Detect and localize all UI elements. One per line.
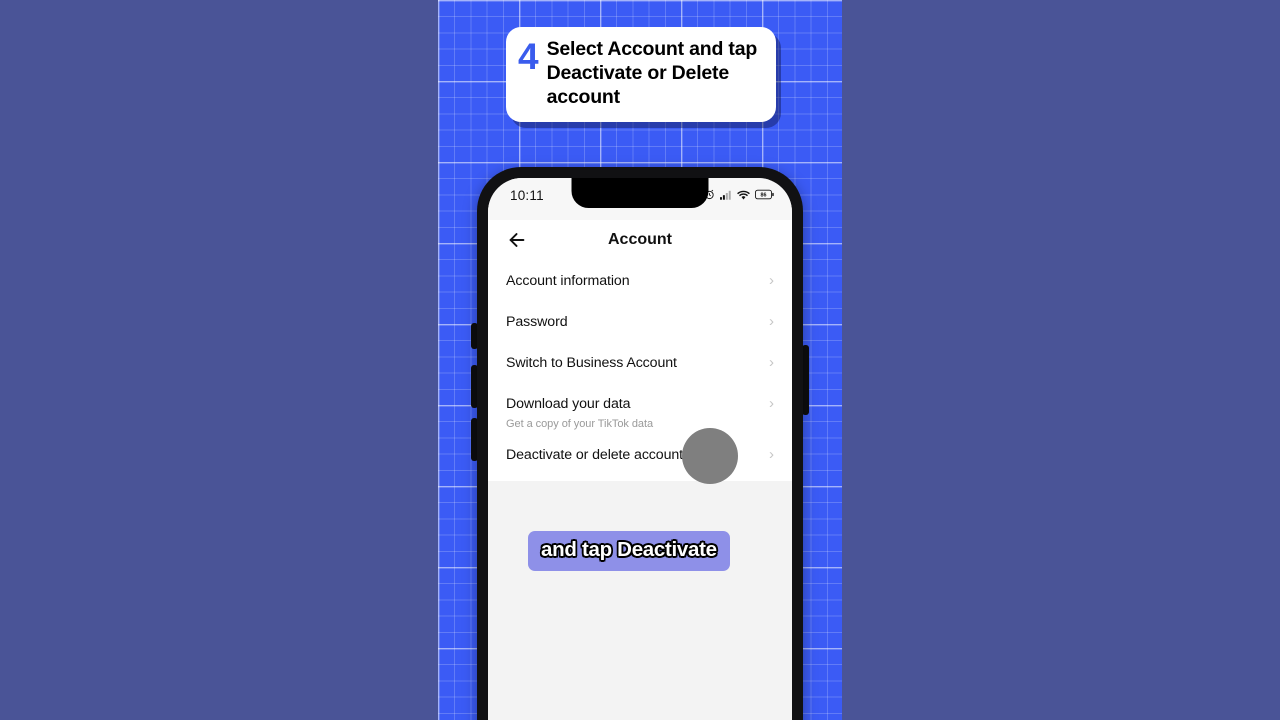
- chevron-right-icon: ›: [769, 354, 774, 371]
- chevron-right-icon: ›: [769, 313, 774, 330]
- cellular-signal-icon: [720, 190, 731, 200]
- status-bar: 10:11 86: [488, 178, 792, 220]
- row-label: Password: [506, 313, 568, 330]
- notch: [571, 178, 709, 208]
- row-label: Account information: [506, 272, 630, 289]
- settings-row-account-information[interactable]: Account information ›: [488, 260, 792, 301]
- settings-row-password[interactable]: Password ›: [488, 301, 792, 342]
- status-bar-clock: 10:11: [510, 188, 544, 203]
- chevron-right-icon: ›: [769, 395, 774, 412]
- page-title: Account: [608, 231, 672, 248]
- caption-banner: and tap Deactivate: [528, 531, 730, 571]
- screen-root: 4 Select Account and tap Deactivate or D…: [0, 0, 1280, 720]
- row-label: Switch to Business Account: [506, 354, 677, 371]
- power-button[interactable]: [802, 345, 809, 415]
- status-bar-icons: 86: [704, 189, 774, 200]
- settings-row-download-your-data[interactable]: Download your data ›: [488, 383, 792, 424]
- settings-list: Account information › Password › Switch …: [488, 260, 792, 481]
- step-callout-card: 4 Select Account and tap Deactivate or D…: [506, 27, 776, 123]
- phone-screen: 10:11 86 Account Account information › P…: [488, 178, 792, 720]
- row-label: Deactivate or delete account: [506, 446, 684, 463]
- settings-row-deactivate-or-delete-account[interactable]: Deactivate or delete account ›: [488, 434, 792, 475]
- row-label: Download your data: [506, 395, 631, 412]
- tap-indicator: [682, 428, 738, 484]
- chevron-right-icon: ›: [769, 272, 774, 289]
- back-arrow-icon[interactable]: [506, 229, 528, 251]
- step-number: 4: [518, 36, 539, 77]
- nav-bar: Account: [488, 220, 792, 260]
- battery-percent-label: 86: [760, 192, 766, 198]
- battery-icon: 86: [755, 189, 774, 200]
- caption-text: and tap Deactivate: [541, 538, 717, 561]
- settings-row-switch-to-business-account[interactable]: Switch to Business Account ›: [488, 342, 792, 383]
- chevron-right-icon: ›: [769, 446, 774, 463]
- wifi-icon: [737, 190, 750, 199]
- step-instruction-text: Select Account and tap Deactivate or Del…: [546, 38, 758, 108]
- phone-device-frame: 10:11 86 Account Account information › P…: [477, 167, 803, 720]
